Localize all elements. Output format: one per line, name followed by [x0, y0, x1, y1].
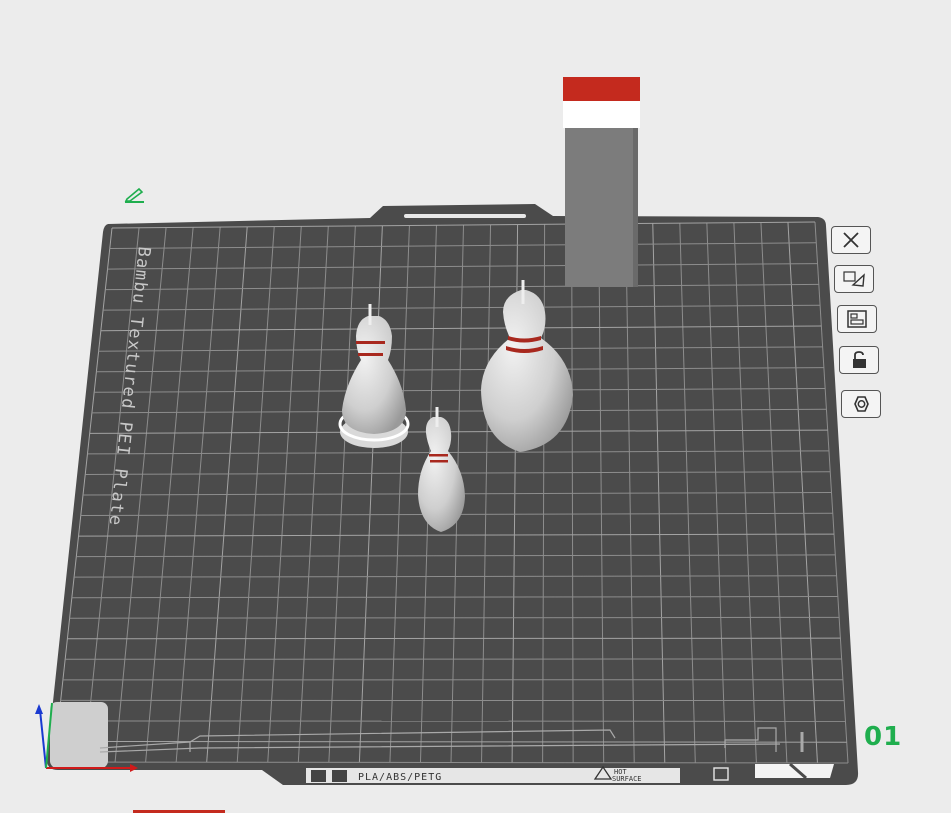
plate-tab-highlight	[404, 214, 526, 218]
axis-z-arrow	[35, 704, 43, 714]
wipe-tower-side	[633, 127, 638, 287]
arrange-icon	[843, 271, 865, 287]
lock-plate-button[interactable]	[839, 346, 879, 374]
filament-types-label: PLA/ABS/PETG	[358, 772, 442, 783]
plate-number-label: 01	[864, 722, 903, 752]
lock-icon	[853, 351, 866, 368]
close-icon	[843, 232, 859, 248]
pencil-icon[interactable]	[120, 184, 150, 206]
gear-hex-icon	[854, 396, 869, 412]
bottom-strip-right	[693, 768, 748, 783]
wipe-tower[interactable]	[563, 77, 640, 287]
close-plate-button[interactable]	[831, 226, 871, 254]
auto-arrange-button[interactable]	[834, 265, 874, 293]
origin-pad	[50, 702, 108, 768]
pin-3-stripe-top	[429, 454, 448, 457]
plate-settings-button[interactable]	[841, 390, 881, 418]
pin-3-stripe-bottom	[430, 460, 448, 463]
grid-line	[67, 637, 841, 640]
pin-1-stripe-top	[356, 341, 385, 344]
wipe-tower-white-band	[563, 101, 640, 128]
pin-1-stripe-bottom	[358, 353, 383, 356]
bottom-icon-box-2	[332, 770, 347, 782]
bottom-icon-box-1	[311, 770, 326, 782]
3d-viewport[interactable]: Bambu Textured PEI Plate PLA/ABS/PETG HO…	[0, 0, 951, 813]
wipe-tower-body	[565, 127, 638, 287]
layout-icon	[847, 310, 867, 328]
plate-layout-button[interactable]	[837, 305, 877, 333]
surface-label: SURFACE	[612, 775, 642, 783]
axis-z	[39, 709, 47, 769]
wipe-tower-red-band	[563, 77, 640, 101]
